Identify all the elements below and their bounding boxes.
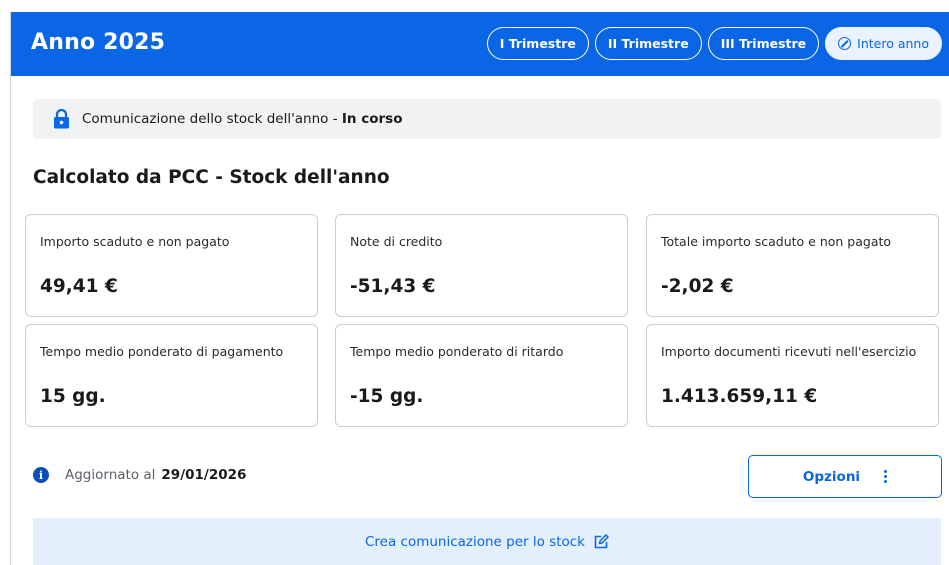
options-label: Opzioni [802, 468, 861, 485]
card-avg-payment-time: Tempo medio ponderato di pagamento 15 gg… [25, 324, 318, 427]
create-communication-button[interactable]: Crea comunicazione per lo stock [33, 518, 941, 565]
update-label: Aggiornato al [65, 467, 156, 483]
card-label: Totale importo scaduto e non pagato [661, 234, 892, 249]
card-documents-received: Importo documenti ricevuti nell'esercizi… [646, 324, 939, 427]
card-label: Importo scaduto e non pagato [40, 234, 230, 249]
lock-icon [54, 109, 69, 129]
card-label: Tempo medio ponderato di ritardo [350, 344, 564, 359]
card-label: Tempo medio ponderato di pagamento [40, 344, 284, 359]
edit-icon [594, 533, 609, 548]
year-title: Anno 2025 [31, 30, 166, 55]
card-credit-notes: Note di credito -51,43 € [335, 214, 628, 317]
tab-second-quarter[interactable]: II Trimestre [594, 27, 702, 60]
card-label: Note di credito [350, 234, 443, 249]
options-button[interactable]: Opzioni [748, 455, 942, 498]
kebab-menu-icon [884, 470, 888, 483]
update-date: 29/01/2026 [161, 467, 247, 483]
tab-first-quarter[interactable]: I Trimestre [486, 27, 589, 60]
card-overdue-unpaid: Importo scaduto e non pagato 49,41 € [25, 214, 318, 317]
card-value: 1.413.659,11 € [661, 386, 818, 407]
check-circle-icon [838, 37, 852, 50]
card-value: -2,02 € [661, 276, 734, 297]
card-value: 49,41 € [40, 276, 118, 297]
card-total-overdue: Totale importo scaduto e non pagato -2,0… [646, 214, 939, 317]
tab-label: Intero anno [857, 36, 929, 51]
section-title: Calcolato da PCC - Stock dell'anno [33, 167, 390, 188]
year-header: Anno 2025 I Trimestre II Trimestre III T… [11, 12, 949, 76]
stock-panel: Anno 2025 I Trimestre II Trimestre III T… [10, 12, 949, 565]
tab-label: III Trimestre [720, 36, 807, 51]
tab-third-quarter[interactable]: III Trimestre [707, 27, 820, 60]
status-text: Comunicazione dello stock dell'anno [82, 111, 329, 127]
card-value: -51,43 € [350, 276, 436, 297]
tab-full-year[interactable]: Intero anno [825, 27, 942, 60]
tab-label: I Trimestre [499, 36, 576, 51]
info-icon: i [33, 467, 49, 483]
card-avg-delay-time: Tempo medio ponderato di ritardo -15 gg. [335, 324, 628, 427]
card-value: -15 gg. [350, 386, 424, 407]
tab-label: II Trimestre [607, 36, 689, 51]
create-label: Crea comunicazione per lo stock [364, 533, 586, 550]
communication-status: Comunicazione dello stock dell'anno - In… [33, 99, 941, 139]
status-separator: - [328, 111, 342, 127]
card-value: 15 gg. [40, 386, 106, 407]
card-label: Importo documenti ricevuti nell'esercizi… [661, 344, 917, 359]
period-tabs: I Trimestre II Trimestre III Trimestre I… [486, 27, 942, 60]
status-state: In corso [341, 111, 403, 127]
last-update: i Aggiornato al 29/01/2026 [33, 467, 246, 483]
